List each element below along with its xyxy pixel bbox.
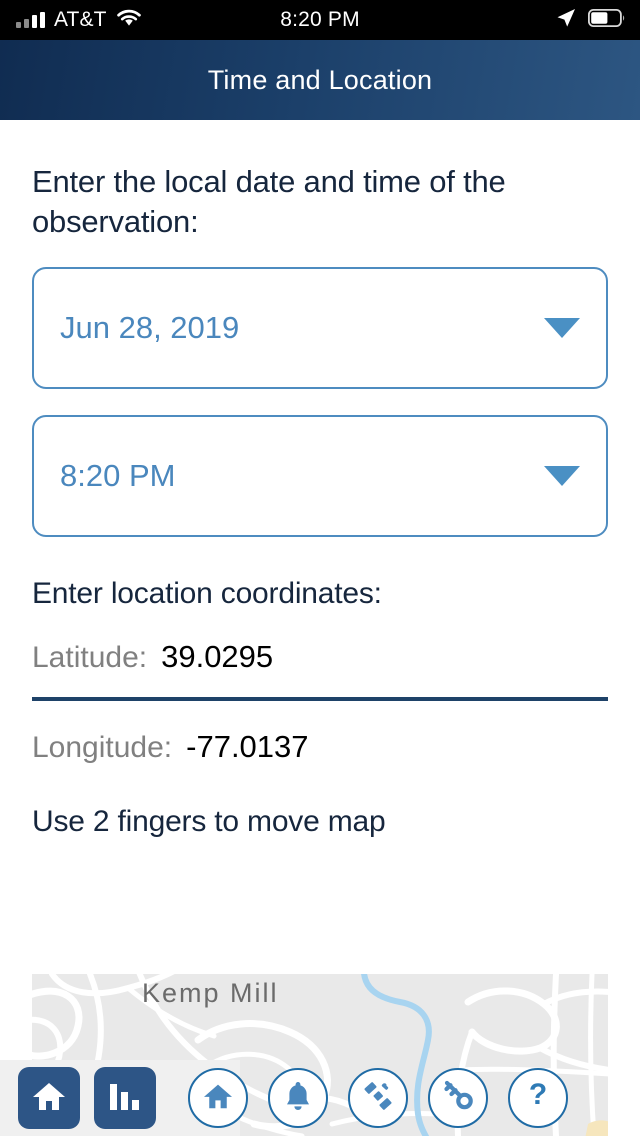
- date-value: Jun 28, 2019: [60, 310, 240, 346]
- status-bar-right: [556, 0, 626, 40]
- latitude-row[interactable]: Latitude: 39.0295: [32, 639, 608, 675]
- status-bar: AT&T 8:20 PM: [0, 0, 640, 40]
- longitude-label: Longitude:: [32, 731, 173, 765]
- latitude-label: Latitude:: [32, 641, 148, 675]
- alerts-button[interactable]: [268, 1068, 328, 1128]
- home-icon: [203, 1082, 233, 1115]
- map-hint-text: Use 2 fingers to move map: [32, 805, 386, 839]
- key-icon: [442, 1080, 474, 1117]
- location-arrow-icon: [556, 8, 576, 33]
- satellite-icon: [362, 1080, 394, 1117]
- bar-chart-icon: [109, 1081, 141, 1116]
- bell-icon: [284, 1081, 312, 1116]
- main-content: Enter the local date and time of the obs…: [0, 162, 640, 839]
- time-dropdown[interactable]: 8:20 PM: [32, 415, 608, 538]
- map-place-label: Kemp Mill: [142, 978, 279, 1008]
- toolbar-primary-group: [0, 1067, 156, 1129]
- longitude-row[interactable]: Longitude: -77.0137: [32, 729, 608, 765]
- date-dropdown[interactable]: Jun 28, 2019: [32, 267, 608, 390]
- home-circle-button[interactable]: [188, 1068, 248, 1128]
- longitude-value[interactable]: -77.0137: [186, 729, 308, 765]
- key-button[interactable]: [428, 1068, 488, 1128]
- datetime-prompt: Enter the local date and time of the obs…: [32, 164, 506, 239]
- help-button[interactable]: ?: [508, 1068, 568, 1128]
- question-mark-icon: ?: [526, 1078, 550, 1117]
- page-title: Time and Location: [207, 64, 433, 95]
- status-bar-clock: 8:20 PM: [280, 8, 360, 31]
- coordinate-divider: [32, 697, 608, 702]
- app-header: Time and Location: [0, 40, 640, 120]
- toolbar-secondary-group: ?: [188, 1068, 568, 1128]
- home-icon: [32, 1080, 66, 1117]
- time-value: 8:20 PM: [60, 458, 176, 494]
- battery-icon: [587, 8, 626, 32]
- svg-text:?: ?: [529, 1080, 547, 1111]
- chart-button[interactable]: [94, 1067, 156, 1129]
- latitude-value[interactable]: 39.0295: [161, 639, 273, 675]
- chevron-down-icon: [544, 466, 580, 487]
- bottom-toolbar: ?: [0, 1060, 640, 1136]
- chevron-down-icon: [544, 318, 580, 339]
- home-button[interactable]: [18, 1067, 80, 1129]
- coordinates-prompt: Enter location coordinates:: [32, 577, 382, 611]
- satellite-button[interactable]: [348, 1068, 408, 1128]
